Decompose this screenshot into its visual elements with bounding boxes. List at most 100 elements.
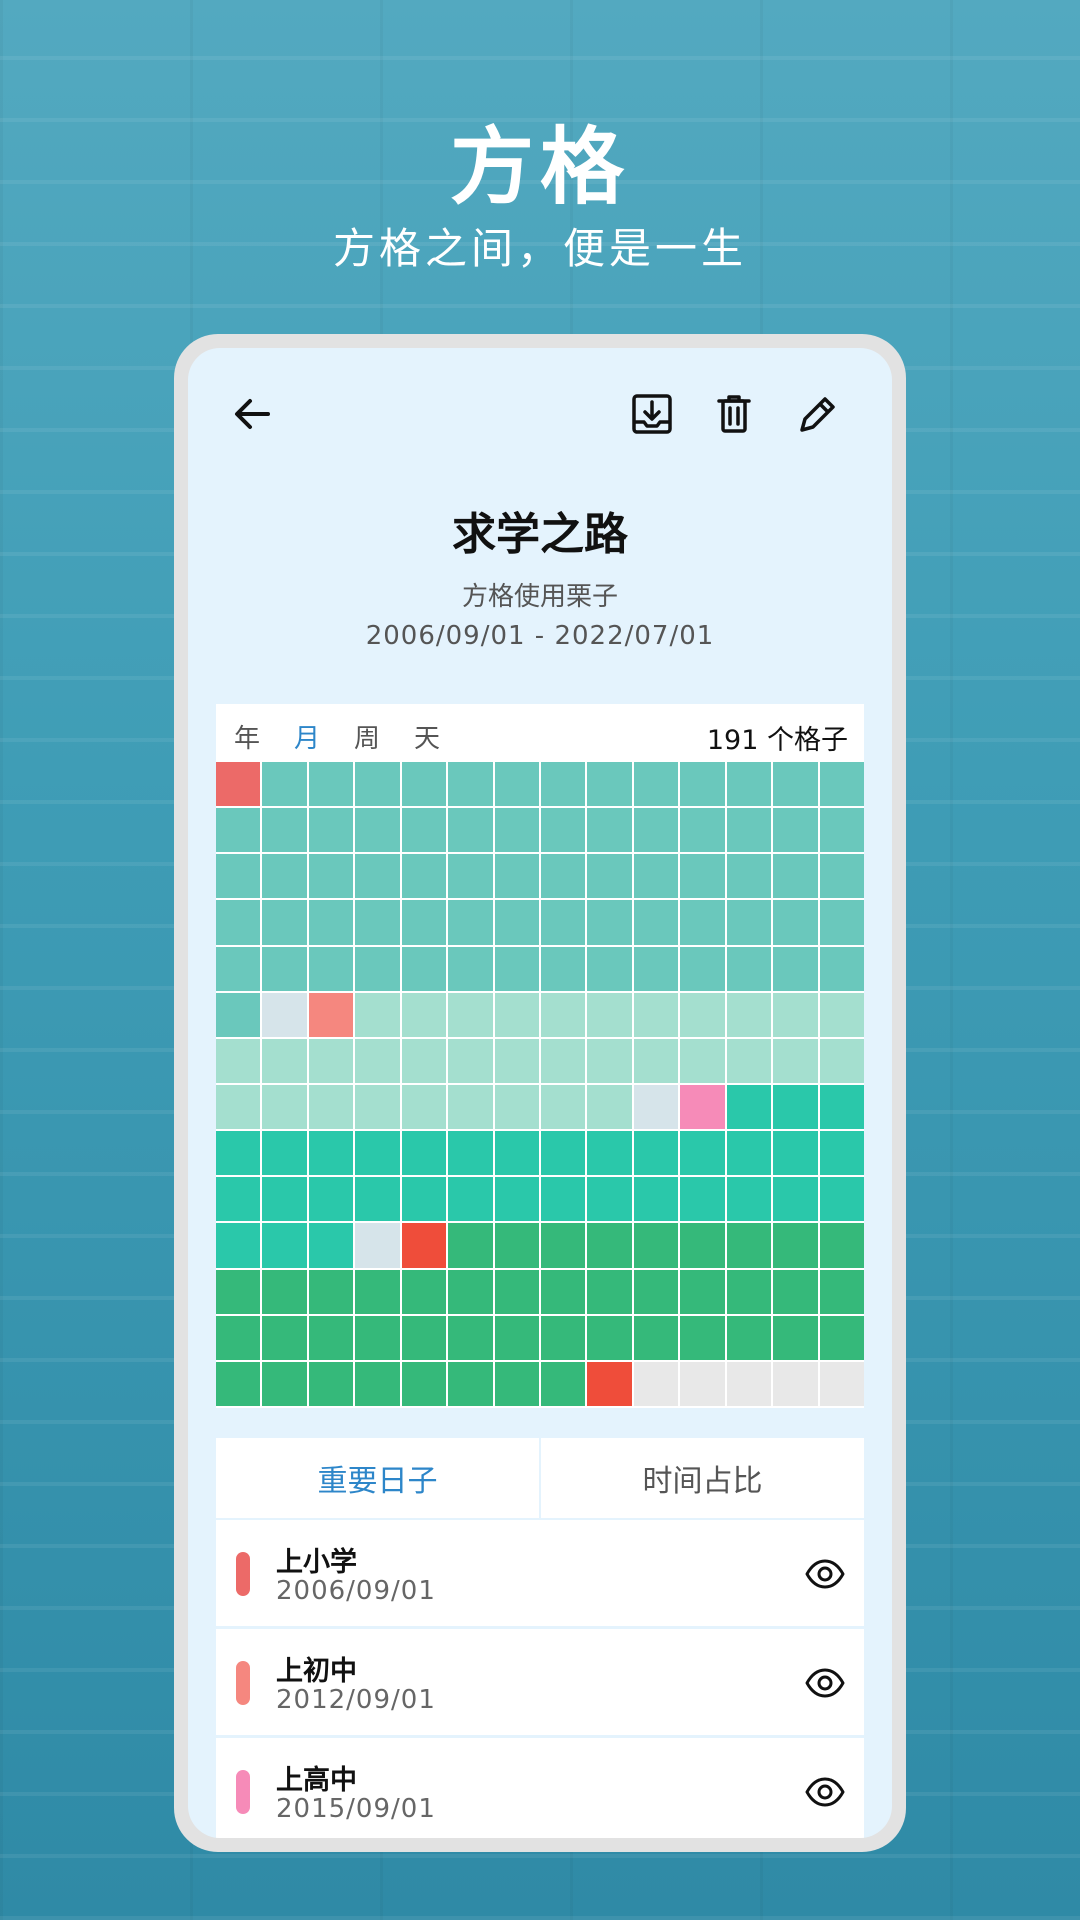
grid-cell[interactable] — [587, 854, 632, 899]
tab-important-days[interactable]: 重要日子 — [216, 1438, 539, 1518]
grid-cell[interactable] — [587, 1361, 632, 1406]
grid-cell[interactable] — [633, 992, 679, 1037]
grid-cell[interactable] — [540, 1038, 586, 1083]
grid-cell[interactable] — [494, 808, 539, 853]
grid-cell[interactable] — [633, 1315, 679, 1360]
grid-cell[interactable] — [633, 808, 679, 853]
grid-cell[interactable] — [587, 1084, 632, 1130]
grid-cell[interactable] — [355, 762, 400, 807]
grid-cell[interactable] — [401, 762, 447, 807]
grid-cell[interactable] — [494, 992, 539, 1037]
grid-cell[interactable] — [216, 1131, 261, 1176]
grid-cell[interactable] — [355, 1038, 400, 1083]
grid-cell[interactable] — [308, 946, 354, 991]
trash-icon[interactable] — [710, 390, 758, 438]
grid-cell[interactable] — [448, 1361, 493, 1406]
grid-cell[interactable] — [773, 1038, 818, 1083]
grid-cell[interactable] — [216, 808, 261, 853]
grid-cell[interactable] — [680, 1038, 725, 1083]
grid-cell[interactable] — [448, 1223, 493, 1268]
grid-cell[interactable] — [540, 808, 586, 853]
grid-cell[interactable] — [308, 1223, 354, 1268]
grid-cell[interactable] — [587, 946, 632, 991]
grid-cell[interactable] — [216, 900, 261, 945]
grid-cell[interactable] — [587, 1177, 632, 1222]
grid-cell[interactable] — [680, 946, 725, 991]
grid-cell[interactable] — [262, 762, 307, 807]
grid-cell[interactable] — [819, 1177, 864, 1222]
eye-icon[interactable] — [804, 1553, 846, 1595]
grid-cell[interactable] — [401, 1038, 447, 1083]
grid-cell[interactable] — [494, 1038, 539, 1083]
download-tray-icon[interactable] — [628, 390, 676, 438]
grid-cell[interactable] — [401, 808, 447, 853]
grid-cell[interactable] — [680, 1177, 725, 1222]
grid-cell[interactable] — [262, 992, 307, 1037]
grid-cell[interactable] — [216, 1038, 261, 1083]
list-item[interactable]: 上小学 2006/09/01 — [216, 1520, 864, 1626]
grid-cell[interactable] — [216, 1269, 261, 1314]
grid-cell[interactable] — [726, 1131, 772, 1176]
grid-cell[interactable] — [308, 1269, 354, 1314]
grid-cell[interactable] — [262, 1269, 307, 1314]
grid-cell[interactable] — [587, 1315, 632, 1360]
grid-cell[interactable] — [819, 1269, 864, 1314]
grid-cell[interactable] — [355, 808, 400, 853]
grid-cell[interactable] — [680, 1223, 725, 1268]
grid-cell[interactable] — [448, 1315, 493, 1360]
grid-cell[interactable] — [308, 762, 354, 807]
grid-cell[interactable] — [401, 1223, 447, 1268]
grid-cell[interactable] — [680, 1131, 725, 1176]
grid-cell[interactable] — [819, 1038, 864, 1083]
grid-cell[interactable] — [262, 1084, 307, 1130]
grid-cell[interactable] — [540, 900, 586, 945]
grid-cell[interactable] — [540, 1361, 586, 1406]
grid-cell[interactable] — [540, 1084, 586, 1130]
grid-cell[interactable] — [262, 1315, 307, 1360]
grid-cell[interactable] — [633, 1177, 679, 1222]
grid-cell[interactable] — [726, 1315, 772, 1360]
grid-cell[interactable] — [448, 854, 493, 899]
grid-cell[interactable] — [308, 1177, 354, 1222]
grid-cell[interactable] — [726, 900, 772, 945]
grid-cell[interactable] — [680, 1084, 725, 1130]
grid-cell[interactable] — [494, 1315, 539, 1360]
grid-cell[interactable] — [633, 854, 679, 899]
grid-cell[interactable] — [773, 1177, 818, 1222]
grid-cell[interactable] — [448, 992, 493, 1037]
grid-cell[interactable] — [819, 1084, 864, 1130]
grid-cell[interactable] — [680, 762, 725, 807]
grid-cell[interactable] — [401, 1315, 447, 1360]
grid-cell[interactable] — [355, 1177, 400, 1222]
grid-cell[interactable] — [726, 1269, 772, 1314]
grid-cell[interactable] — [587, 762, 632, 807]
grid-cell[interactable] — [401, 1361, 447, 1406]
grid-cell[interactable] — [633, 1131, 679, 1176]
grid-cell[interactable] — [726, 854, 772, 899]
grid-cell[interactable] — [680, 992, 725, 1037]
grid-cell[interactable] — [819, 946, 864, 991]
grid-cell[interactable] — [540, 1315, 586, 1360]
grid-cell[interactable] — [819, 854, 864, 899]
grid-cell[interactable] — [448, 808, 493, 853]
grid-cell[interactable] — [216, 1223, 261, 1268]
grid-cell[interactable] — [540, 1131, 586, 1176]
grid-cell[interactable] — [680, 1269, 725, 1314]
grid-cell[interactable] — [355, 900, 400, 945]
list-item[interactable]: 上高中 2015/09/01 — [216, 1738, 864, 1838]
grid-cell[interactable] — [773, 762, 818, 807]
grid-cell[interactable] — [216, 854, 261, 899]
grid-cell[interactable] — [308, 854, 354, 899]
grid-cell[interactable] — [726, 1223, 772, 1268]
grid-cell[interactable] — [726, 762, 772, 807]
grid-cell[interactable] — [587, 1131, 632, 1176]
pencil-icon[interactable] — [794, 390, 842, 438]
grid-cell[interactable] — [262, 1177, 307, 1222]
grid-cell[interactable] — [355, 1269, 400, 1314]
grid-cell[interactable] — [587, 1223, 632, 1268]
grid-cell[interactable] — [726, 1177, 772, 1222]
grid-cell[interactable] — [680, 1361, 725, 1406]
grid-cell[interactable] — [773, 1084, 818, 1130]
grid-cell[interactable] — [355, 854, 400, 899]
grid-cell[interactable] — [587, 992, 632, 1037]
